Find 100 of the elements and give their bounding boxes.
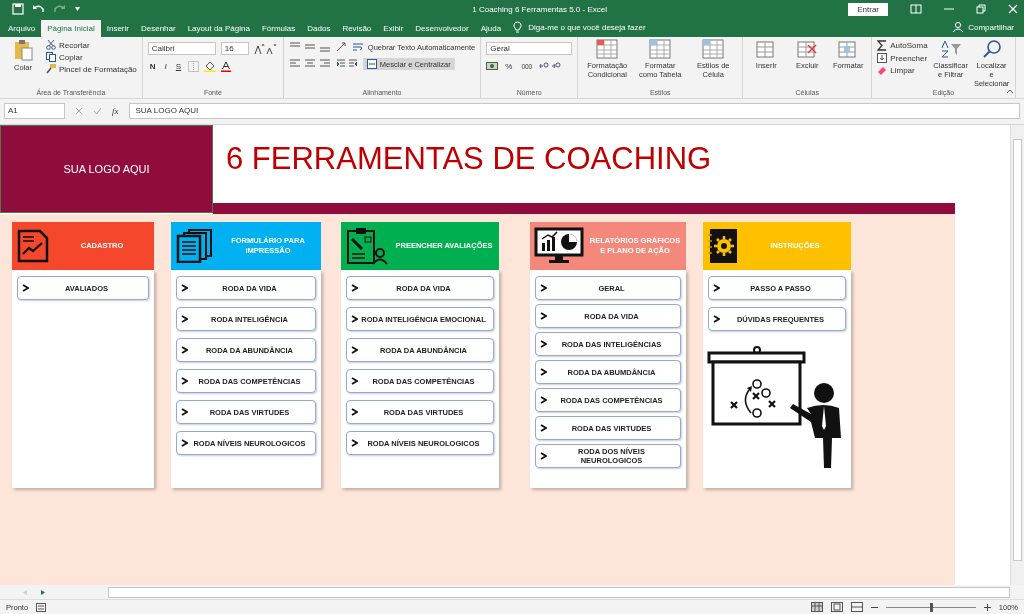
ribbon-tab[interactable]: Exibir <box>377 20 410 37</box>
fill-down-icon[interactable] <box>877 53 888 63</box>
fill-button[interactable]: Preencher <box>890 53 928 63</box>
name-box[interactable]: A1 <box>4 103 65 119</box>
italic-button[interactable]: I <box>162 62 169 71</box>
number-format-field[interactable]: Geral <box>486 42 573 55</box>
orientation-icon[interactable] <box>335 42 348 52</box>
chevron-icon <box>351 377 358 385</box>
chevron-icon <box>22 284 29 292</box>
font-size-field[interactable]: 16 <box>220 42 249 55</box>
clipboard-person-icon <box>345 227 389 265</box>
clear-button[interactable]: Limpar <box>890 65 915 75</box>
ribbon-display-icon[interactable] <box>910 4 922 14</box>
bold-button[interactable]: N <box>147 62 158 71</box>
lightbulb-icon <box>513 21 523 33</box>
cut-button[interactable]: Recortar <box>59 40 90 50</box>
sign-in-button[interactable]: Entrar <box>848 2 888 16</box>
cells-icon[interactable] <box>797 39 818 59</box>
underline-button[interactable]: S <box>173 62 184 71</box>
chevron-icon <box>351 284 358 292</box>
chevron-icon <box>181 408 188 416</box>
cells-icon[interactable] <box>756 39 777 59</box>
collapse-ribbon-icon[interactable] <box>1006 88 1014 94</box>
chevron-icon <box>540 368 547 376</box>
monitor-chart-icon <box>534 227 584 265</box>
percent-button[interactable]: % <box>503 61 515 71</box>
zoom-slider[interactable] <box>929 602 933 612</box>
merge-icon <box>366 59 377 69</box>
horizontal-scrollbar[interactable] <box>108 586 1010 598</box>
chevron-icon <box>351 408 358 416</box>
ribbon-tab[interactable]: Layout da Página <box>181 20 256 37</box>
macro-record-icon[interactable] <box>36 602 47 612</box>
scissors-icon[interactable] <box>46 40 56 50</box>
person-icon[interactable] <box>952 21 965 33</box>
chevron-icon <box>540 284 547 292</box>
next-sheet-icon[interactable] <box>40 588 46 596</box>
chevron-icon <box>540 424 547 432</box>
vertical-scrollbar[interactable] <box>1010 125 1024 585</box>
documents-stack-icon <box>175 229 215 263</box>
undo-icon[interactable] <box>32 3 45 15</box>
page-break-icon[interactable] <box>850 602 863 612</box>
brush-icon[interactable] <box>46 64 56 74</box>
table-style-icon[interactable] <box>596 39 619 59</box>
chevron-icon <box>540 452 547 460</box>
formula-field[interactable]: SUA LOGO AQUI <box>128 103 1020 119</box>
ribbon-tab[interactable]: Desenhar <box>134 20 182 37</box>
chevron-icon <box>713 315 720 323</box>
font-name-field[interactable]: Calibri <box>147 42 216 55</box>
chevron-icon <box>181 315 188 323</box>
tell-me-field[interactable]: Diga-me o que você deseja fazer <box>528 23 646 37</box>
restore-icon[interactable] <box>976 4 986 14</box>
chevron-icon <box>351 346 358 354</box>
close-icon[interactable] <box>1008 4 1018 14</box>
ribbon-tab[interactable]: Ajuda <box>474 20 508 37</box>
chevron-icon <box>181 439 188 447</box>
format-painter-button[interactable]: Pincel de Formatação <box>59 64 137 74</box>
ribbon-tab[interactable]: Página Inicial <box>41 20 101 37</box>
decimal-icon[interactable] <box>539 61 564 71</box>
window-title: 1 Coaching 6 Ferramentas 5.0 - Excel <box>472 4 607 14</box>
share-button[interactable]: Compartilhar <box>964 23 1024 37</box>
borders-icon[interactable] <box>188 61 200 72</box>
grow-font-icon[interactable] <box>253 43 278 54</box>
ribbon-tab[interactable]: Inserir <box>100 20 135 37</box>
chevron-icon <box>540 312 547 320</box>
ribbon-tab[interactable]: Arquivo <box>2 20 42 37</box>
insert-function-button[interactable]: fx <box>112 106 119 116</box>
indent-icon[interactable] <box>335 59 358 69</box>
caret-icon[interactable] <box>74 6 81 12</box>
chart-document-icon <box>16 229 50 263</box>
ribbon-tab[interactable]: Fórmulas <box>255 20 302 37</box>
ribbon-tab[interactable]: Revisão <box>336 20 378 37</box>
chevron-icon <box>181 377 188 385</box>
autosum-button[interactable]: AutoSoma <box>890 41 928 50</box>
chevron-icon <box>540 396 547 404</box>
sum-icon[interactable] <box>877 40 888 51</box>
ribbon-tab[interactable]: Desenvolvedor <box>409 20 475 37</box>
wrap-text-icon[interactable] <box>352 42 363 52</box>
chevron-icon <box>713 284 720 292</box>
sheet-title: 6 FERRAMENTAS DE COACHING <box>225 140 713 178</box>
chevron-icon <box>351 439 358 447</box>
page-layout-icon[interactable] <box>830 602 843 612</box>
check-icon[interactable] <box>93 107 102 115</box>
ribbon-tab[interactable]: Dados <box>301 20 337 37</box>
save-icon[interactable] <box>12 3 24 15</box>
cells-icon[interactable] <box>838 39 859 59</box>
font-color-icon[interactable] <box>221 61 232 72</box>
copy-button[interactable]: Copiar <box>59 52 83 62</box>
chevron-icon <box>351 315 358 323</box>
logo-cell[interactable]: SUA LOGO AQUI <box>0 125 213 213</box>
search-icon[interactable] <box>981 39 1002 59</box>
paste-icon[interactable] <box>13 39 33 61</box>
copy-icon[interactable] <box>46 52 56 62</box>
normal-view-icon[interactable] <box>810 602 823 612</box>
sort-filter-icon[interactable] <box>939 39 962 59</box>
chevron-icon <box>540 340 547 348</box>
zoom-in-icon[interactable] <box>983 603 991 611</box>
chevron-icon <box>181 346 188 354</box>
fill-color-icon[interactable] <box>204 61 217 72</box>
currency-icon[interactable] <box>486 61 499 71</box>
chevron-icon <box>181 284 188 292</box>
